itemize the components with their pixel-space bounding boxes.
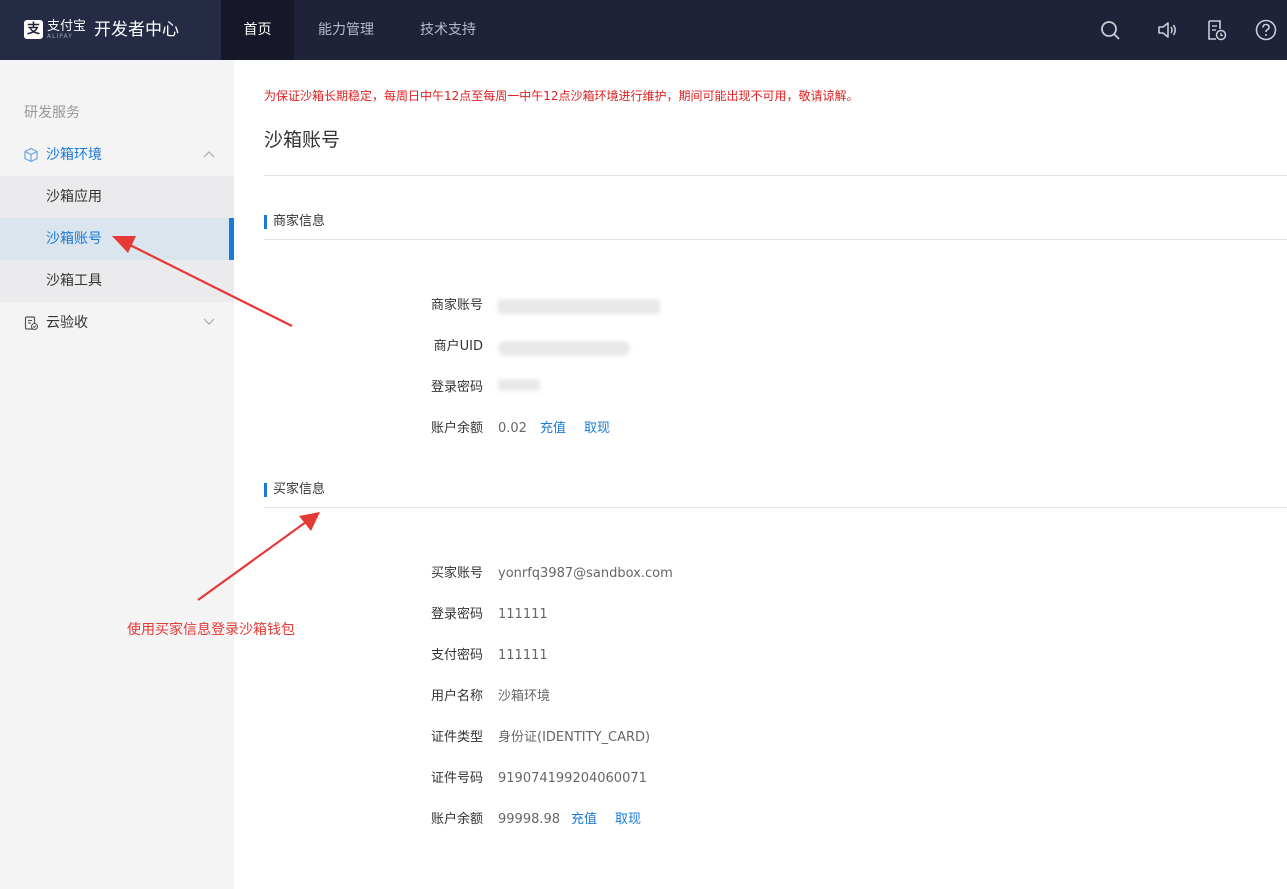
buyer-divider [264,507,1287,508]
sidebar-item-sandbox-app[interactable]: 沙箱应用 [0,176,234,218]
field-label: 买家账号 [430,566,483,581]
merchant-divider [264,239,1287,240]
chevron-down-icon [203,318,215,325]
field-value: 身份证(IDENTITY_CARD) [498,730,651,745]
active-indicator [229,218,234,260]
field-value: 99998.98 [498,812,561,827]
logo-subtext: ALIPAY [47,33,73,40]
sidebar-item-label: 沙箱应用 [46,189,102,205]
field-value: 0.02 [498,421,527,436]
section-marker [264,483,267,497]
site-title: 开发者中心 [94,20,179,40]
section-marker [264,215,267,229]
field-label: 账户余额 [430,812,483,827]
buyer-username-row: 用户名称 沙箱环境 [0,688,1287,706]
buyer-pay-password-row: 支付密码 111111 [0,647,1287,665]
buyer-withdraw-link[interactable]: 取现 [615,811,641,829]
field-label: 证件号码 [430,771,483,786]
section-heading-text: 买家信息 [273,482,326,497]
field-label: 登录密码 [430,380,483,395]
sidebar-group-label: 研发服务 [24,105,80,121]
buyer-id-number-row: 证件号码 919074199204060071 [0,770,1287,788]
section-heading-text: 商家信息 [273,214,326,229]
help-icon[interactable] [1254,18,1278,42]
sidebar-item-label: 沙箱环境 [46,147,102,163]
merchant-recharge-link[interactable]: 充值 [540,420,566,438]
sandbox-submenu: 沙箱应用 沙箱账号 沙箱工具 [0,176,234,302]
field-label: 支付密码 [430,648,483,663]
buyer-account-row: 买家账号 yonrfq3987@sandbox.com [0,565,1287,583]
buyer-id-type-row: 证件类型 身份证(IDENTITY_CARD) [0,729,1287,747]
redacted-value [498,299,660,314]
merchant-withdraw-link[interactable]: 取现 [584,420,610,438]
field-value: 111111 [498,607,548,622]
nav-home[interactable]: 首页 [221,0,294,60]
logo-text: 支付宝 [47,19,87,34]
field-label: 用户名称 [430,689,483,704]
speaker-icon[interactable] [1155,18,1179,42]
arrow-head-icon [299,512,320,531]
nav-tech-support[interactable]: 技术支持 [406,0,490,60]
merchant-balance-row: 账户余额 0.02 充值 取现 [0,420,1287,438]
sidebar-item-sandbox-tools[interactable]: 沙箱工具 [0,260,234,302]
chevron-up-icon [203,151,215,158]
field-value: 沙箱环境 [498,689,551,704]
merchant-account-row: 商家账号 [0,297,1287,315]
sidebar-item-label: 沙箱账号 [46,231,102,247]
sidebar-item-sandbox-account[interactable]: 沙箱账号 [0,218,234,260]
title-divider [264,175,1287,176]
sidebar: 研发服务 沙箱环境 沙箱应用 沙箱账号 沙箱工具 云验收 [0,60,234,889]
alipay-logo-icon: 支 [24,20,43,39]
merchant-password-row: 登录密码 [0,379,1287,397]
sidebar-item-sandbox-env[interactable]: 沙箱环境 [0,134,234,176]
field-label: 账户余额 [430,421,483,436]
field-label: 商户UID [433,339,483,354]
top-navigation-bar: 支 支付宝 ALIPAY 开发者中心 首页 能力管理 技术支持 [0,0,1287,60]
sidebar-item-label: 云验收 [46,315,88,331]
annotation-text: 使用买家信息登录沙箱钱包 [127,622,295,638]
field-label: 证件类型 [430,730,483,745]
field-value: 111111 [498,648,548,663]
field-value: yonrfq3987@sandbox.com [498,566,673,581]
field-value: 919074199204060071 [498,771,647,786]
search-icon[interactable] [1098,18,1122,42]
redacted-value [498,379,540,391]
document-clock-icon[interactable] [1204,18,1228,42]
brand-area[interactable]: 支 支付宝 ALIPAY 开发者中心 [0,0,221,60]
nav-capability-management[interactable]: 能力管理 [304,0,388,60]
field-label: 登录密码 [430,607,483,622]
clipboard-check-icon [24,316,39,331]
buyer-balance-row: 账户余额 99998.98 充值 取现 [0,811,1287,829]
redacted-value [498,341,630,356]
cube-icon [24,147,38,163]
sidebar-item-label: 沙箱工具 [46,273,102,289]
page-title: 沙箱账号 [264,129,341,151]
field-label: 商家账号 [430,298,483,313]
buyer-recharge-link[interactable]: 充值 [571,811,597,829]
maintenance-notice: 为保证沙箱长期稳定，每周日中午12点至每周一中午12点沙箱环境进行维护，期间可能… [264,89,859,103]
merchant-uid-row: 商户UID [0,338,1287,356]
